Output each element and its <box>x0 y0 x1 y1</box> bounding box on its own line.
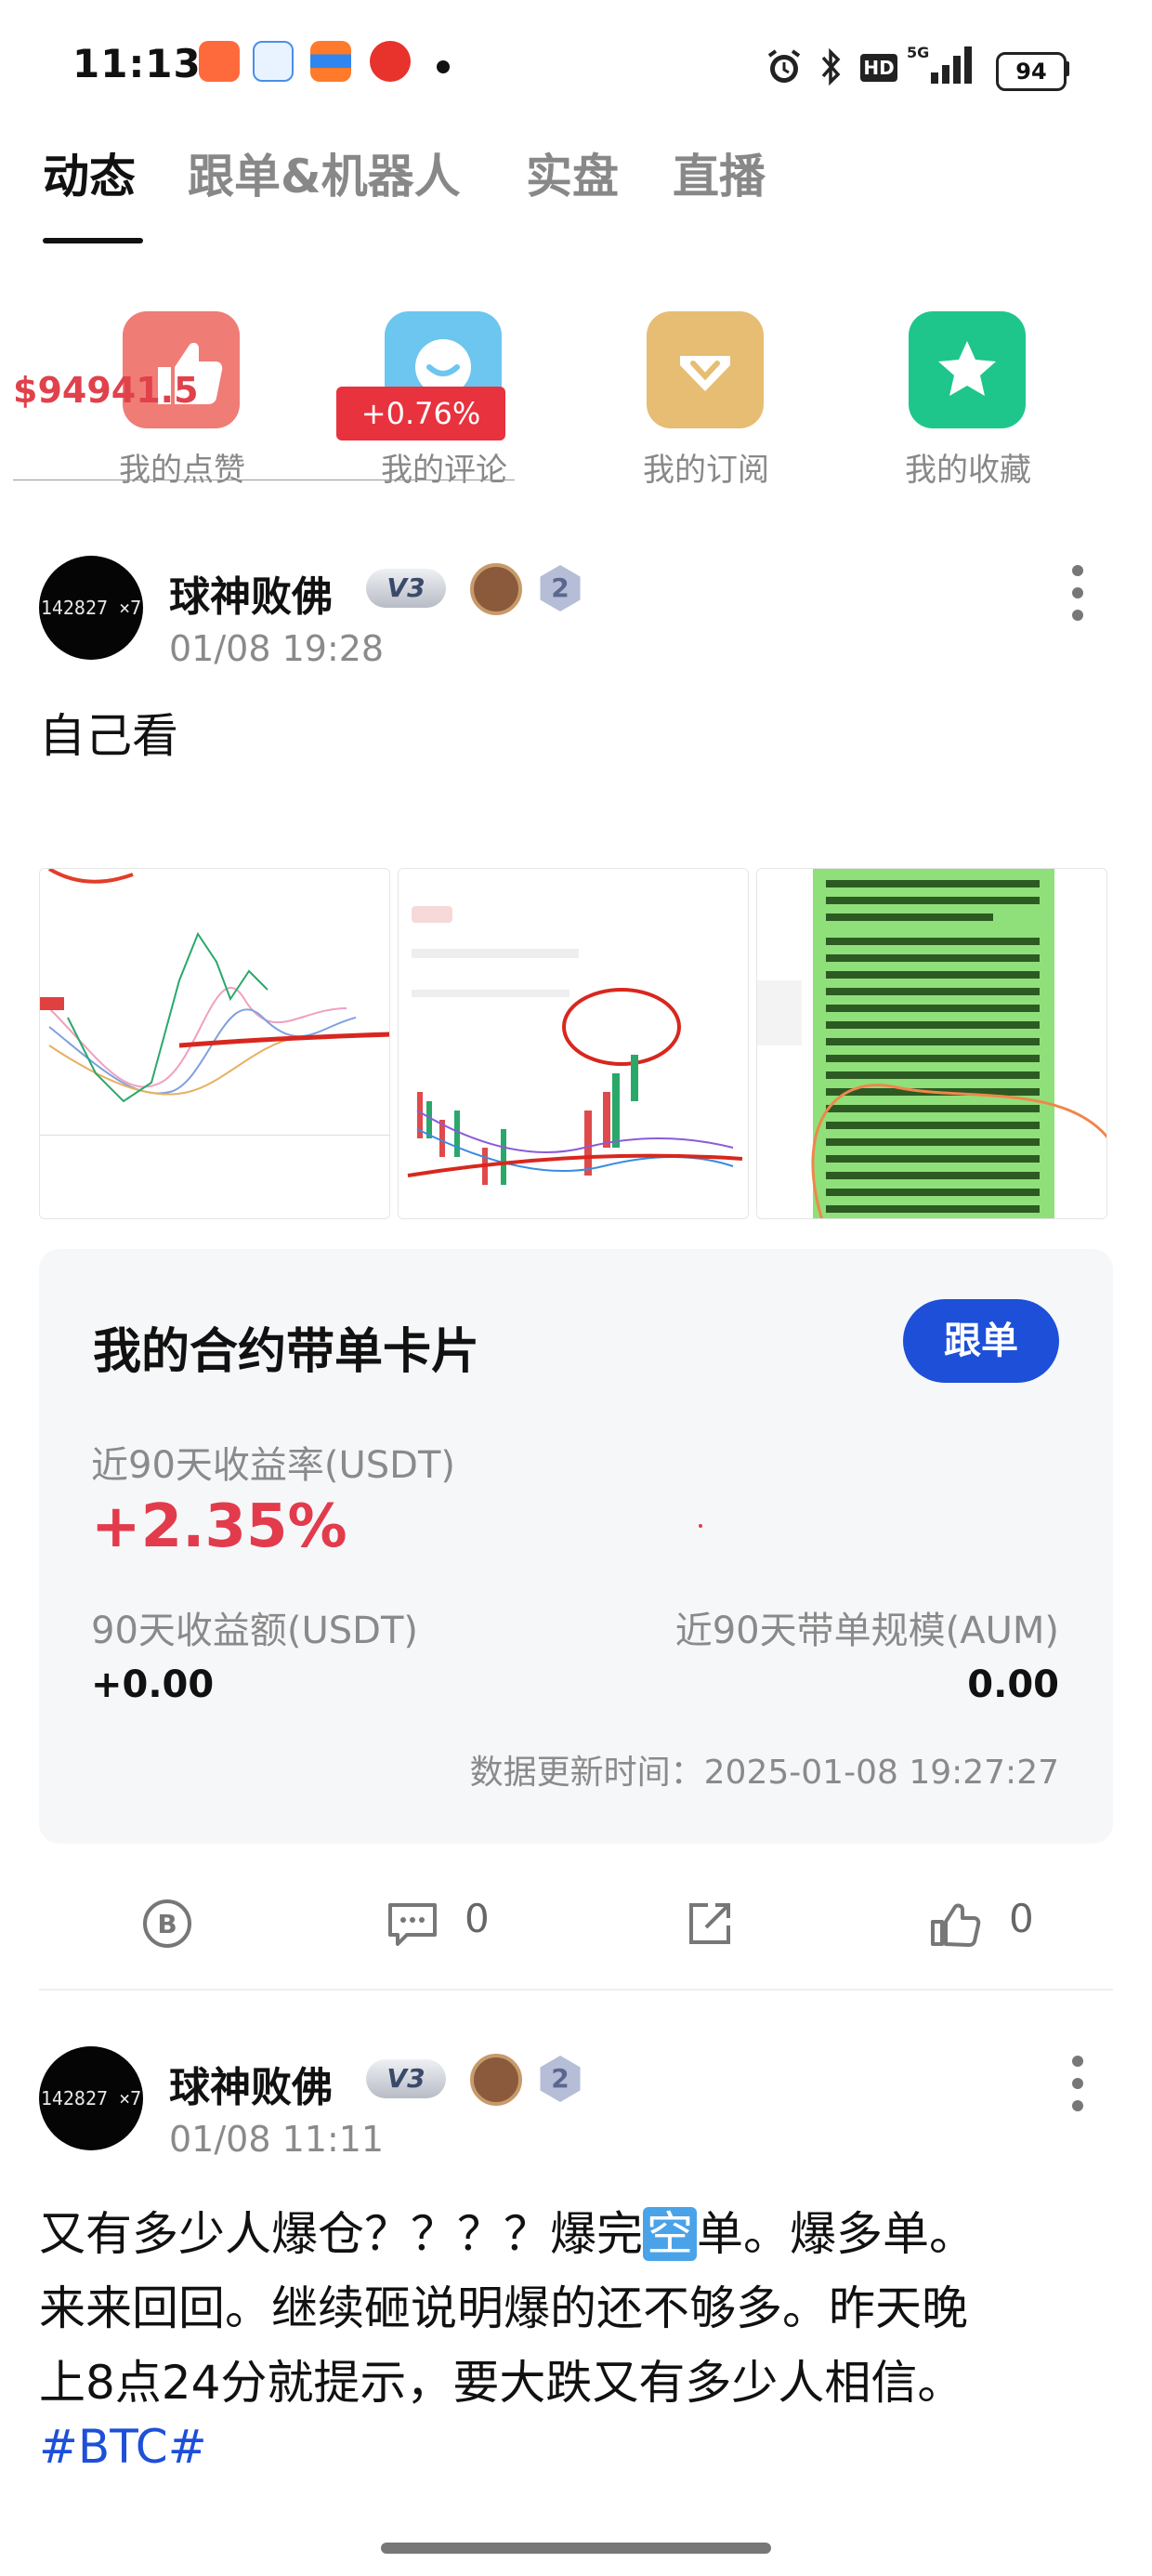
app-notification-icon <box>370 41 411 82</box>
author-name[interactable]: 球神败佛 <box>169 563 333 623</box>
more-dot-icon <box>1072 565 1083 576</box>
svg-text:5G: 5G <box>907 44 929 61</box>
data-updated-time: 数据更新时间：2025-01-08 19:27:27 <box>469 1754 1059 1792</box>
hashtag-link[interactable]: #BTC# <box>39 2420 207 2474</box>
return-rate-label: 近90天收益率(USDT) <box>91 1444 456 1487</box>
post-body-line: 来来回回。继续砸说明爆的还不够多。昨天晚 <box>39 2281 968 2335</box>
short-emoji-tag: 空 <box>643 2207 697 2261</box>
post-more-menu-button[interactable] <box>1065 561 1093 626</box>
my-likes-label: 我的点赞 <box>119 452 245 489</box>
achievement-medal-icon <box>470 2054 522 2106</box>
tab-dynamics[interactable]: 动态 <box>43 139 136 206</box>
floating-price-ticker[interactable]: $94941.5 <box>13 370 199 411</box>
my-comments-label: 我的评论 <box>381 452 507 489</box>
my-favorites-label: 我的收藏 <box>905 452 1031 489</box>
share-button[interactable] <box>682 1896 738 1952</box>
post-date: 01/08 19:28 <box>169 628 385 669</box>
post-divider <box>39 1989 1113 1991</box>
svg-text:B: B <box>157 1909 177 1939</box>
like-button[interactable] <box>925 1896 981 1952</box>
aum-value: 0.00 <box>967 1663 1059 1706</box>
home-indicator[interactable] <box>381 2543 771 2554</box>
post-text-segment: 单。爆多单。 <box>697 2207 975 2261</box>
more-dot-icon <box>1072 2100 1083 2111</box>
post-image-chart-2[interactable] <box>398 868 749 1219</box>
more-notifications-dot <box>437 60 450 73</box>
profit-value: +0.00 <box>91 1663 215 1706</box>
star-icon <box>938 341 996 396</box>
achievement-medal-icon <box>470 563 522 615</box>
like-count: 0 <box>1009 1896 1034 1941</box>
vip-level-badge: V3 <box>366 569 446 608</box>
follow-copy-button[interactable]: 跟单 <box>903 1299 1059 1383</box>
battery-indicator: 94 <box>996 52 1067 91</box>
tab-live-trading[interactable]: 实盘 <box>526 139 619 206</box>
signal-5g-icon: 5G <box>907 44 972 84</box>
my-subscriptions-button[interactable] <box>647 311 764 428</box>
author-name[interactable]: 球神败佛 <box>169 2054 333 2113</box>
comment-button[interactable] <box>385 1896 440 1952</box>
post-more-menu-button[interactable] <box>1065 2052 1093 2117</box>
chart-thumbnail-2 <box>399 869 748 1218</box>
post-image-text-3[interactable] <box>756 868 1107 1219</box>
app-notification-icon <box>199 41 240 82</box>
my-subscriptions-label: 我的订阅 <box>643 452 769 489</box>
battery-tip <box>1065 61 1069 76</box>
more-dot-icon <box>1072 2056 1083 2067</box>
card-title: 我的合约带单卡片 <box>93 1324 480 1380</box>
text-thumbnail-3 <box>757 869 1106 1218</box>
subscribe-diamond-icon <box>680 356 730 391</box>
active-tab-indicator <box>43 238 143 243</box>
tip-coin-button[interactable]: B <box>139 1896 195 1952</box>
profit-label: 90天收益额(USDT) <box>91 1610 419 1652</box>
vip-level-badge: V3 <box>366 2059 446 2098</box>
return-rate-value: +2.35% <box>91 1492 347 1561</box>
hd-voice-icon: HD <box>860 54 897 82</box>
comment-count: 0 <box>465 1896 490 1941</box>
post-date: 01/08 11:11 <box>169 2119 385 2160</box>
post-body-line: 又有多少人爆仓？？？？爆完空单。爆多单。 <box>39 2197 975 2264</box>
author-avatar[interactable]: 142827 ×7 <box>39 2046 143 2150</box>
tab-copy-trading-bots[interactable]: 跟单&机器人 <box>188 139 461 206</box>
post-image-chart-1[interactable] <box>39 868 390 1219</box>
my-favorites-button[interactable] <box>909 311 1026 428</box>
author-avatar[interactable]: 142827 ×7 <box>39 556 143 660</box>
bluetooth-icon <box>821 47 841 86</box>
tab-live-stream[interactable]: 直播 <box>673 139 766 206</box>
status-time: 11:13 <box>72 41 202 86</box>
alarm-icon <box>767 49 801 83</box>
post-body-text: 自己看 <box>39 709 178 763</box>
more-dot-icon <box>1072 610 1083 621</box>
more-dot-icon <box>1072 2078 1083 2089</box>
post-body-line: 上8点24分就提示，要大跌又有多少人相信。 <box>39 2356 964 2410</box>
rank-badge: 2 <box>540 2056 581 2102</box>
app-notification-icon <box>253 41 294 82</box>
floating-change-badge[interactable]: +0.76% <box>336 387 505 440</box>
app-notification-icon <box>310 41 351 82</box>
rank-badge: 2 <box>540 565 581 611</box>
post-text-segment: 又有多少人爆仓？？？？爆完 <box>39 2207 643 2261</box>
chart-thumbnail-1 <box>40 869 389 1218</box>
more-dot-icon <box>1072 587 1083 598</box>
aum-label: 近90天带单规模(AUM) <box>674 1610 1059 1652</box>
stray-dot <box>699 1524 702 1528</box>
